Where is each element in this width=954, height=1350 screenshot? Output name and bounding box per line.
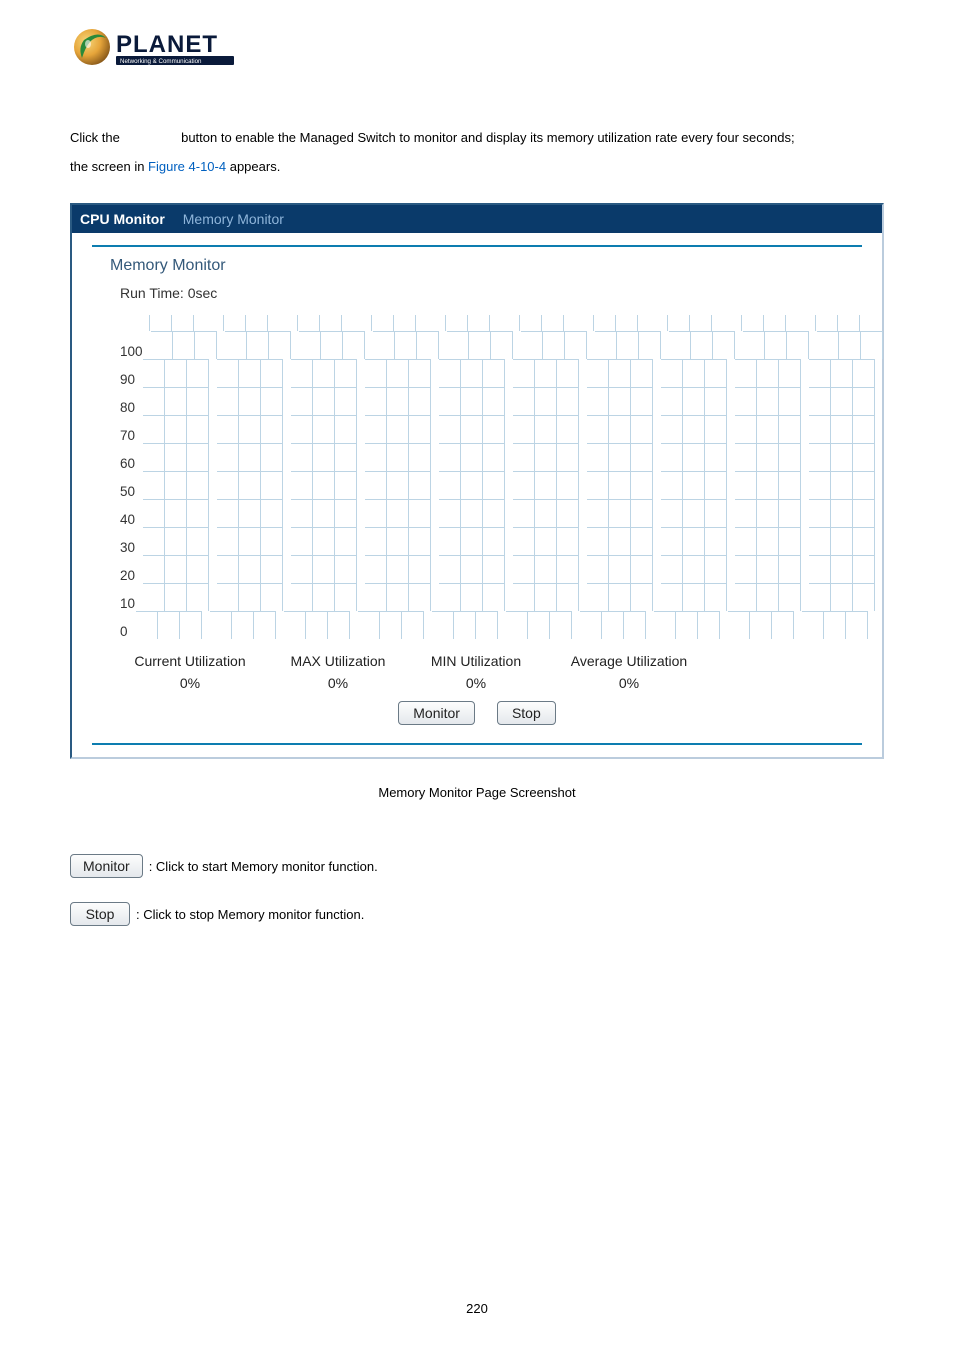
utilization-chart: 1009080706050403020100 bbox=[120, 315, 844, 639]
svg-text:Networking & Communication: Networking & Communication bbox=[120, 58, 202, 65]
run-time-label: Run Time: 0sec bbox=[120, 285, 844, 301]
y-tick-label: 60 bbox=[120, 443, 143, 471]
screenshot-panel: CPU Monitor Memory Monitor Memory Monito… bbox=[70, 203, 884, 759]
y-tick-label: 70 bbox=[120, 415, 143, 443]
tab-memory-monitor[interactable]: Memory Monitor bbox=[183, 211, 284, 227]
stat-min-value: 0% bbox=[416, 675, 536, 691]
tab-cpu-monitor[interactable]: CPU Monitor bbox=[80, 211, 165, 227]
stat-current-label: Current Utilization bbox=[120, 653, 260, 669]
y-tick-label: 20 bbox=[120, 555, 143, 583]
intro-text-1: Click the bbox=[70, 130, 123, 145]
stop-button[interactable]: Stop bbox=[497, 701, 556, 725]
y-tick-label: 80 bbox=[120, 387, 143, 415]
legend-block: Monitor : Click to start Memory monitor … bbox=[70, 854, 884, 926]
y-tick-label: 90 bbox=[120, 359, 143, 387]
memory-monitor-panel: Memory Monitor Run Time: 0sec 1009080706… bbox=[92, 245, 862, 745]
stat-min-label: MIN Utilization bbox=[416, 653, 536, 669]
svg-text:PLANET: PLANET bbox=[116, 31, 218, 58]
stat-max-label: MAX Utilization bbox=[278, 653, 398, 669]
stat-avg-value: 0% bbox=[554, 675, 704, 691]
legend-stop-text: : Click to stop Memory monitor function. bbox=[136, 907, 364, 922]
y-tick-label: 30 bbox=[120, 527, 143, 555]
intro-paragraph: Click the button to enable the Managed S… bbox=[70, 124, 884, 181]
page-number: 220 bbox=[0, 1301, 954, 1316]
y-tick-label: 100 bbox=[120, 331, 151, 359]
tabs-bar: CPU Monitor Memory Monitor bbox=[72, 205, 882, 233]
legend-monitor-button[interactable]: Monitor bbox=[70, 854, 143, 878]
brand-logo: PLANET Networking & Communication bbox=[70, 24, 884, 70]
legend-monitor-text: : Click to start Memory monitor function… bbox=[149, 859, 378, 874]
y-tick-label: 0 bbox=[120, 611, 136, 639]
figure-link[interactable]: Figure 4-10-4 bbox=[148, 159, 226, 174]
figure-caption: Memory Monitor Page Screenshot bbox=[70, 785, 884, 800]
y-tick-label: 10 bbox=[120, 583, 143, 611]
stat-current-value: 0% bbox=[120, 675, 260, 691]
y-tick-label: 50 bbox=[120, 471, 143, 499]
intro-text-2: button to enable the Managed Switch to m… bbox=[181, 130, 795, 145]
legend-stop-button[interactable]: Stop bbox=[70, 902, 130, 926]
button-row: Monitor Stop bbox=[110, 701, 844, 725]
monitor-button[interactable]: Monitor bbox=[398, 701, 475, 725]
panel-title: Memory Monitor bbox=[110, 257, 844, 275]
stat-max-value: 0% bbox=[278, 675, 398, 691]
intro-text-4: appears. bbox=[230, 159, 281, 174]
y-tick-label: 40 bbox=[120, 499, 143, 527]
stat-avg-label: Average Utilization bbox=[554, 653, 704, 669]
stats-row: Current Utilization 0% MAX Utilization 0… bbox=[120, 653, 844, 691]
intro-text-3: the screen in bbox=[70, 159, 148, 174]
